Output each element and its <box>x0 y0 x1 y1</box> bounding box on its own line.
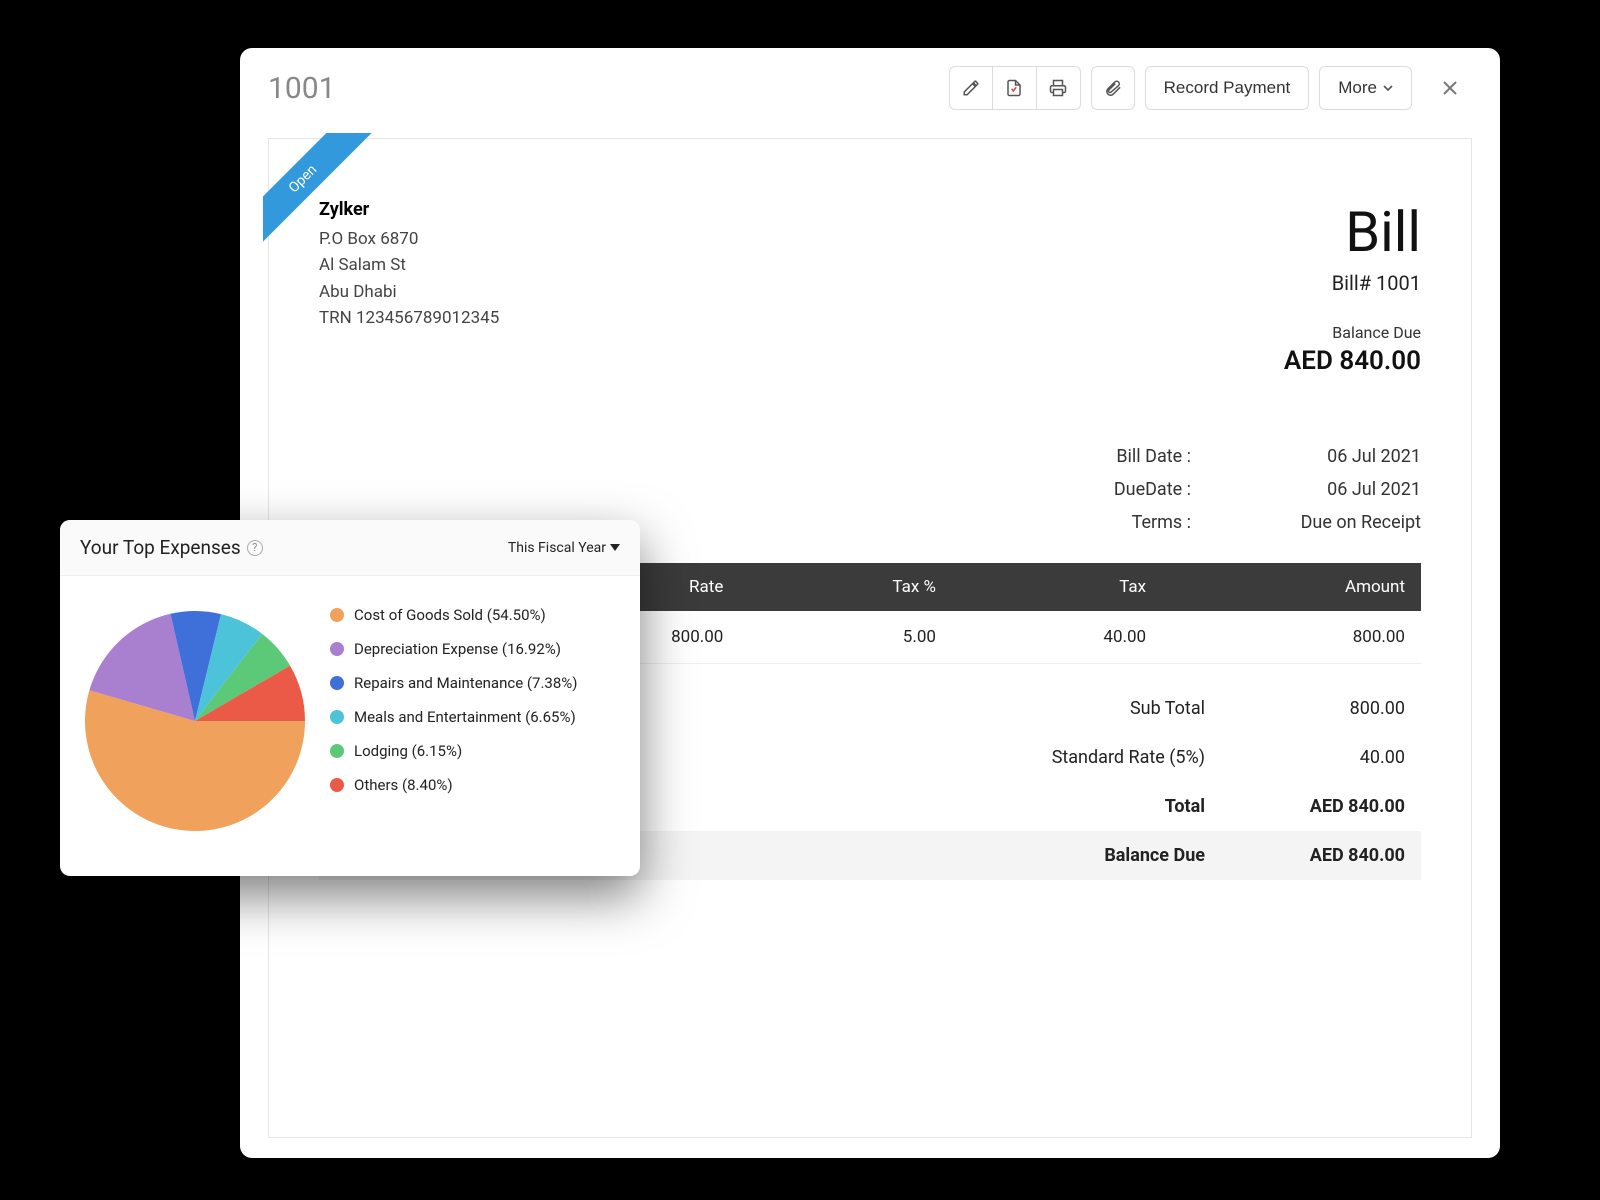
legend-label: Repairs and Maintenance (7.38%) <box>354 674 577 692</box>
expenses-header: Your Top Expenses ? This Fiscal Year <box>60 520 640 576</box>
help-icon[interactable]: ? <box>247 540 263 556</box>
cell-amount: 800.00 <box>1162 611 1421 664</box>
more-button[interactable]: More <box>1319 66 1412 110</box>
status-label: Open <box>263 133 378 253</box>
vendor-line4: TRN 123456789012345 <box>319 305 499 331</box>
more-label: More <box>1338 78 1377 98</box>
col-taxpct: Tax % <box>739 563 952 611</box>
balance-due-row-value: AED 840.00 <box>1245 845 1405 866</box>
edit-button[interactable] <box>949 66 993 110</box>
legend-dot-icon <box>330 744 344 758</box>
bill-heading: Bill <box>1284 199 1421 265</box>
close-button[interactable] <box>1428 66 1472 110</box>
printer-icon <box>1049 79 1067 97</box>
bill-number: Bill# 1001 <box>1284 271 1421 295</box>
balance-due-label: Balance Due <box>1284 323 1421 342</box>
bill-heading-block: Bill Bill# 1001 Balance Due AED 840.00 <box>1284 199 1421 376</box>
legend-item: Depreciation Expense (16.92%) <box>330 640 620 658</box>
legend-item: Lodging (6.15%) <box>330 742 620 760</box>
due-date-value: 06 Jul 2021 <box>1241 479 1421 500</box>
expenses-filter[interactable]: This Fiscal Year <box>508 540 620 556</box>
pie-chart <box>80 606 310 836</box>
expenses-title-wrap: Your Top Expenses ? <box>80 536 263 559</box>
page-title: 1001 <box>268 71 949 106</box>
top-expenses-card: Your Top Expenses ? This Fiscal Year Cos… <box>60 520 640 876</box>
legend-dot-icon <box>330 642 344 656</box>
bill-date-label: Bill Date : <box>1041 446 1191 467</box>
expenses-title: Your Top Expenses <box>80 536 241 559</box>
close-icon <box>1440 78 1460 98</box>
record-payment-button[interactable]: Record Payment <box>1145 66 1310 110</box>
taxrate-value: 40.00 <box>1245 747 1405 768</box>
legend-label: Lodging (6.15%) <box>354 742 462 760</box>
subtotal-label: Sub Total <box>945 698 1205 719</box>
legend-label: Meals and Entertainment (6.65%) <box>354 708 576 726</box>
taxrate-label: Standard Rate (5%) <box>945 747 1205 768</box>
status-sash: Open <box>263 133 383 253</box>
header: 1001 Record Payment More <box>240 48 1500 128</box>
attach-button[interactable] <box>1091 66 1135 110</box>
legend-item: Cost of Goods Sold (54.50%) <box>330 606 620 624</box>
due-date-label: DueDate : <box>1041 479 1191 500</box>
pdf-button[interactable] <box>993 66 1037 110</box>
pie-legend: Cost of Goods Sold (54.50%) Depreciation … <box>330 606 620 836</box>
balance-due-value: AED 840.00 <box>1284 346 1421 376</box>
vendor-line3: Abu Dhabi <box>319 279 499 305</box>
print-button[interactable] <box>1037 66 1081 110</box>
vendor-line2: Al Salam St <box>319 252 499 278</box>
terms-value: Due on Receipt <box>1241 512 1421 533</box>
caret-down-icon <box>610 544 620 552</box>
expenses-filter-label: This Fiscal Year <box>508 540 606 556</box>
pencil-icon <box>962 79 980 97</box>
balance-due-row-label: Balance Due <box>945 845 1205 866</box>
pdf-icon <box>1005 79 1023 97</box>
legend-item: Meals and Entertainment (6.65%) <box>330 708 620 726</box>
legend-dot-icon <box>330 676 344 690</box>
paperclip-icon <box>1104 79 1122 97</box>
legend-dot-icon <box>330 608 344 622</box>
terms-label: Terms : <box>1041 512 1191 533</box>
bill-date-value: 06 Jul 2021 <box>1241 446 1421 467</box>
cell-tax: 40.00 <box>952 611 1162 664</box>
icon-button-group <box>949 66 1081 110</box>
legend-dot-icon <box>330 778 344 792</box>
legend-item: Others (8.40%) <box>330 776 620 794</box>
cell-taxpct: 5.00 <box>739 611 952 664</box>
total-label: Total <box>945 796 1205 817</box>
expenses-body: Cost of Goods Sold (54.50%) Depreciation … <box>60 576 640 876</box>
legend-dot-icon <box>330 710 344 724</box>
legend-label: Depreciation Expense (16.92%) <box>354 640 561 658</box>
legend-label: Cost of Goods Sold (54.50%) <box>354 606 546 624</box>
chevron-down-icon <box>1383 83 1393 93</box>
subtotal-value: 800.00 <box>1245 698 1405 719</box>
legend-item: Repairs and Maintenance (7.38%) <box>330 674 620 692</box>
legend-label: Others (8.40%) <box>354 776 453 794</box>
record-payment-label: Record Payment <box>1164 78 1291 98</box>
col-tax: Tax <box>952 563 1162 611</box>
toolbar: Record Payment More <box>949 66 1472 110</box>
col-amount: Amount <box>1162 563 1421 611</box>
total-value: AED 840.00 <box>1245 796 1405 817</box>
